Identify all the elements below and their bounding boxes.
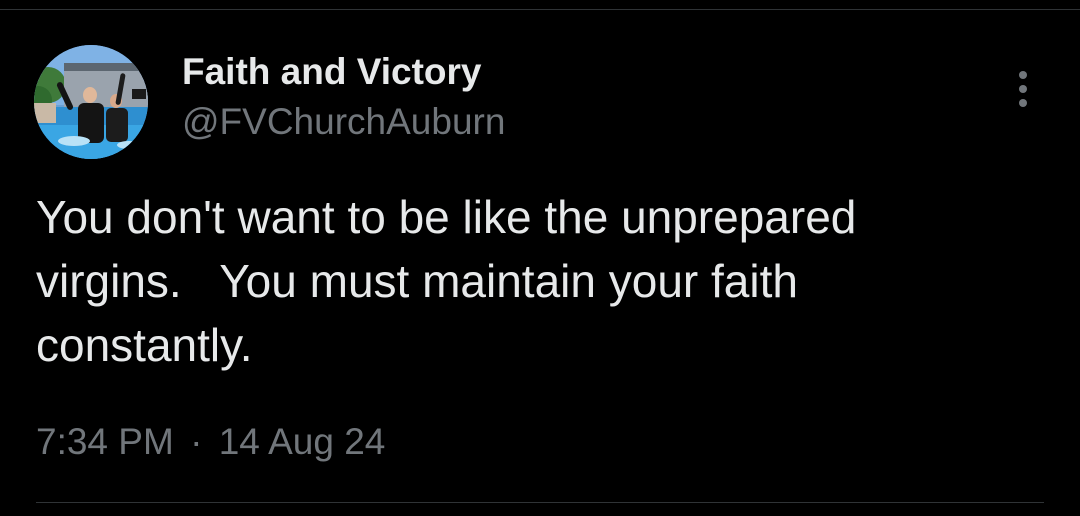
more-options-icon-dot bbox=[1019, 85, 1027, 93]
tweet-date[interactable]: 14 Aug 24 bbox=[219, 421, 386, 462]
more-options-button[interactable] bbox=[1006, 66, 1040, 112]
tweet-text: You don't want to be like the unprepared… bbox=[36, 191, 857, 371]
author-info: Faith and Victory @FVChurchAuburn bbox=[182, 50, 505, 144]
author-handle[interactable]: @FVChurchAuburn bbox=[182, 100, 505, 144]
more-options-icon bbox=[1019, 71, 1027, 79]
avatar[interactable] bbox=[34, 45, 148, 159]
timestamp-separator: · bbox=[190, 421, 203, 462]
tweet-timestamp: 7:34 PM · 14 Aug 24 bbox=[36, 420, 385, 464]
tweet-card: Faith and Victory @FVChurchAuburn You do… bbox=[0, 0, 1080, 516]
tweet-time[interactable]: 7:34 PM bbox=[36, 421, 174, 462]
avatar-photo-icon bbox=[34, 45, 148, 159]
author-display-name[interactable]: Faith and Victory bbox=[182, 50, 505, 94]
bottom-divider bbox=[36, 502, 1044, 503]
more-options-icon-dot bbox=[1019, 99, 1027, 107]
